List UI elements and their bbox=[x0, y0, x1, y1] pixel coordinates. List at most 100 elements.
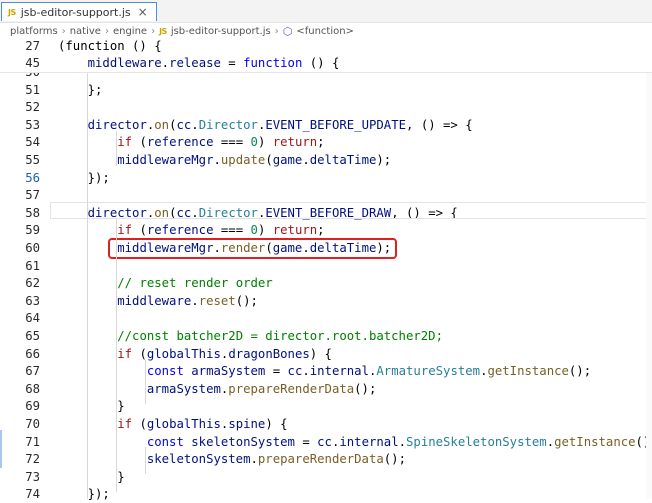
line-number: 55 bbox=[25, 153, 40, 167]
code-token: }; bbox=[58, 83, 103, 97]
code-token: (); bbox=[568, 364, 592, 378]
code-line[interactable]: 67 const armaSystem = cc.internal.Armatu… bbox=[0, 363, 652, 380]
code-text: if (globalThis.dragonBones) { bbox=[58, 346, 332, 363]
code-line[interactable]: 69 } bbox=[0, 398, 652, 415]
code-line[interactable]: 45 middleware.release = function () { bbox=[0, 55, 652, 72]
javascript-file-icon: JS bbox=[8, 7, 16, 17]
code-token: armaSystem bbox=[191, 364, 266, 378]
code-line[interactable]: 56 }); bbox=[0, 170, 652, 187]
code-text: (function () { bbox=[58, 38, 162, 55]
code-line[interactable]: 65 //const batcher2D = director.root.bat… bbox=[0, 328, 652, 345]
code-token: skeletonSystem bbox=[191, 435, 295, 449]
code-token: return bbox=[272, 223, 318, 237]
code-token: function bbox=[243, 56, 303, 70]
code-token: . bbox=[250, 452, 258, 466]
code-token: skeletonSystem bbox=[146, 452, 251, 466]
code-token: ArmatureSystem bbox=[376, 364, 481, 378]
code-token: on bbox=[154, 118, 170, 132]
code-token: ); bbox=[376, 153, 392, 167]
code-line[interactable]: 63 middleware.reset(); bbox=[0, 293, 652, 310]
code-line[interactable]: 66 if (globalThis.dragonBones) { bbox=[0, 346, 652, 363]
code-token: (function () { bbox=[58, 39, 162, 53]
code-token: // reset render order bbox=[117, 276, 273, 290]
close-icon[interactable]: × bbox=[138, 5, 148, 19]
code-line[interactable]: 71 const skeletonSystem = cc.internal.Sp… bbox=[0, 434, 652, 451]
code-line[interactable]: 55 middlewareMgr.update(game.deltaTime); bbox=[0, 152, 652, 169]
code-token: (); bbox=[235, 294, 258, 308]
code-line[interactable]: 64 bbox=[0, 310, 652, 327]
line-number: 72 bbox=[25, 452, 40, 466]
line-number: 56 bbox=[25, 171, 40, 185]
code-text: }); bbox=[58, 170, 110, 187]
vertical-scrollbar[interactable] bbox=[646, 38, 652, 499]
code-text: }; bbox=[58, 82, 103, 99]
breadcrumb-item[interactable]: platforms bbox=[10, 26, 58, 37]
breadcrumb-item[interactable]: engine bbox=[113, 26, 147, 37]
code-token: if bbox=[117, 223, 133, 237]
code-token: () { bbox=[302, 56, 340, 70]
breadcrumb-item[interactable]: native bbox=[70, 26, 101, 37]
code-line[interactable]: 59 if (reference === 0) return; bbox=[0, 222, 652, 239]
code-line[interactable]: 51 }; bbox=[0, 82, 652, 99]
code-text: skeletonSystem.prepareRenderData(); bbox=[58, 451, 406, 468]
code-token: //const batcher2D = director.root.batche… bbox=[117, 329, 443, 343]
code-text: // reset render order bbox=[58, 275, 273, 292]
line-number: 71 bbox=[25, 435, 40, 449]
tab-jsb-editor-support[interactable]: JS jsb-editor-support.js × bbox=[1, 2, 157, 21]
code-token: middleware bbox=[117, 294, 192, 308]
code-text: middleware.release = function () { bbox=[58, 55, 340, 72]
code-line[interactable]: 73 } bbox=[0, 469, 652, 486]
code-token: ( bbox=[132, 135, 147, 149]
code-token: update bbox=[220, 153, 266, 167]
line-number: 59 bbox=[25, 223, 40, 237]
code-text: const armaSystem = cc.internal.ArmatureS… bbox=[58, 363, 591, 380]
line-number: 51 bbox=[25, 83, 40, 97]
code-line[interactable]: 53 director.on(cc.Director.EVENT_BEFORE_… bbox=[0, 117, 652, 134]
code-token: 0 bbox=[250, 223, 258, 237]
line-number: 68 bbox=[25, 382, 40, 396]
line-number: 67 bbox=[25, 364, 40, 378]
code-token: reference bbox=[146, 135, 214, 149]
code-line[interactable]: 52 bbox=[0, 99, 652, 116]
chevron-right-icon: › bbox=[104, 25, 109, 37]
tab-label: jsb-editor-support.js bbox=[20, 5, 131, 19]
code-token: 0 bbox=[250, 135, 258, 149]
code-token: . bbox=[161, 56, 170, 70]
code-token: getInstance bbox=[487, 364, 569, 378]
line-number: 65 bbox=[25, 329, 40, 343]
code-token: . bbox=[213, 153, 221, 167]
code-line[interactable]: 61 bbox=[0, 258, 652, 275]
code-token: , () => { bbox=[406, 118, 473, 132]
code-token: SpineSkeletonSystem bbox=[406, 435, 547, 449]
line-number: 62 bbox=[25, 276, 40, 290]
breadcrumb-file[interactable]: jsb-editor-support.js bbox=[171, 26, 271, 37]
code-line[interactable]: 27 (function () { bbox=[0, 38, 652, 55]
breadcrumb-symbol[interactable]: <function> bbox=[296, 26, 354, 37]
code-text: if (reference === 0) return; bbox=[58, 222, 324, 239]
code-line[interactable]: 62 // reset render order bbox=[0, 275, 652, 292]
line-number: 53 bbox=[25, 118, 40, 132]
code-token: const bbox=[146, 435, 184, 449]
scroll-marker bbox=[0, 430, 2, 468]
code-text: if (reference === 0) return; bbox=[58, 134, 324, 151]
code-line[interactable]: 54 if (reference === 0) return; bbox=[0, 134, 652, 151]
code-editor[interactable]: 27 (function () {45 middleware.release = … bbox=[0, 38, 652, 501]
line-number: 57 bbox=[25, 188, 40, 202]
code-text: middlewareMgr.update(game.deltaTime); bbox=[58, 152, 391, 169]
code-line[interactable]: 70 if (globalThis.spine) { bbox=[0, 416, 652, 433]
sticky-scroll-header[interactable]: 27 (function () {45 middleware.release = … bbox=[0, 38, 652, 73]
line-number: 70 bbox=[25, 417, 40, 431]
code-token: ) { bbox=[309, 347, 332, 361]
indent-guide bbox=[116, 219, 117, 492]
code-token: internal bbox=[339, 435, 399, 449]
code-token: deltaTime bbox=[309, 153, 377, 167]
code-line[interactable]: 72 skeletonSystem.prepareRenderData(); bbox=[0, 451, 652, 468]
code-token: . bbox=[191, 294, 199, 308]
code-line[interactable]: 74 }); bbox=[0, 486, 652, 503]
code-token: = bbox=[294, 435, 318, 449]
line-number: 73 bbox=[25, 470, 40, 484]
indent-guide bbox=[145, 360, 146, 404]
code-line[interactable]: 68 armaSystem.prepareRenderData(); bbox=[0, 381, 652, 398]
